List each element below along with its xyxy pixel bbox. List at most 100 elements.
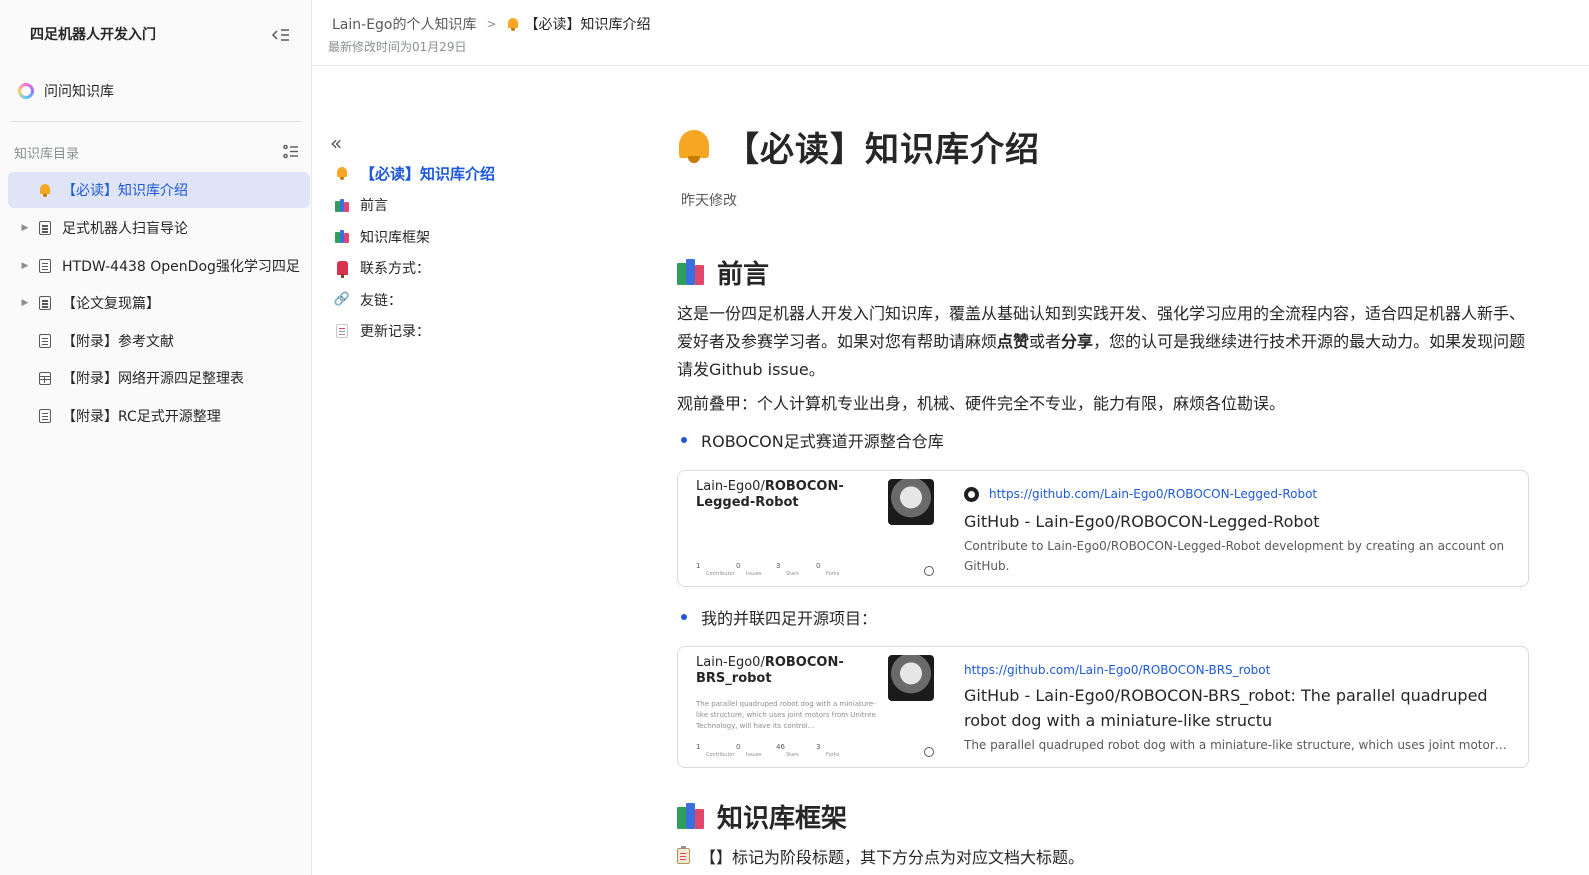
directory-label: 知识库目录 [14,147,80,162]
books-icon [334,230,350,244]
toc-item-label: 【必读】知识库介绍 [360,165,496,184]
preview-repo-title: Lain-Ego0/ROBOCON-BRS_robot [696,655,866,687]
repo-stats: 1 Contributor 0 Issues 46 Stars 3 Forks [696,743,856,759]
framework-note: 【】标记为阶段标题，其下方分点为对应文档大标题。 [677,842,1537,870]
mailbox-icon [334,261,350,279]
document-icon [38,333,52,349]
sidebar-item-label: 【附录】网络开源四足整理表 [62,371,244,388]
toc-item-label: 友链： [360,292,402,309]
card-url-text: https://github.com/Lain-Ego0/ROBOCON-BRS… [964,663,1271,677]
stat-issues: 0 Issues [736,562,776,578]
preview-owner: Lain-Ego0/ [696,655,765,670]
directory-outline-icon[interactable] [282,143,300,161]
card-description: Contribute to Lain-Ego0/ROBOCON-Legged-R… [964,539,1505,573]
sidebar-item-label: 足式机器人扫盲导论 [62,221,188,238]
intro-bold-like: 点赞 [997,332,1030,351]
document-icon [38,408,52,424]
directory-header: 知识库目录 [14,143,300,163]
intro-paragraph[interactable]: 这是一份四足机器人开发入门知识库，覆盖从基础认知到实践开发、强化学习应用的全流程… [677,300,1537,384]
breadcrumb-root-link[interactable]: Lain-Ego的个人知识库 [332,14,477,34]
knowledge-base-title[interactable]: 四足机器人开发入门 [30,24,292,46]
section-heading-preface: 前言 [677,252,1537,292]
bullet-dot [681,614,687,620]
sidebar-item-htdw-4438[interactable]: ▶ HTDW-4438 OpenDog强化学习四足 [8,247,310,285]
sidebar-item-intro[interactable]: 【必读】知识库介绍 [8,172,310,208]
table-icon [38,370,52,386]
stat-contributors: 1 Contributor [696,562,736,578]
disclaimer-paragraph[interactable]: 观前叠甲：个人计算机专业出身，机械、硬件完全不专业，能力有限，麻烦各位勘误。 [677,390,1537,418]
card-description: The parallel quadruped robot dog with a … [964,738,1512,752]
toc-item-changelog[interactable]: 更新记录： [330,316,630,348]
toc-item-label: 联系方式： [360,261,430,278]
stat-forks: 0 Forks [816,562,856,578]
document-meta: 昨天修改 [681,193,737,209]
sidebar-item-rc-open-source[interactable]: 【附录】RC足式开源整理 [8,397,310,435]
preview-owner: Lain-Ego0/ [696,479,765,494]
card-title: GitHub - Lain-Ego0/ROBOCON-BRS_robot: Th… [964,686,1488,730]
stat-value: 46 [776,743,785,751]
document-icon [38,258,52,274]
stat-contributors: 1 Contributor [696,743,736,759]
intro-bold-share: 分享 [1061,332,1094,351]
bullet-text[interactable]: ROBOCON足式赛道开源整合仓库 [701,428,944,452]
sidebar-item-label: 【论文复现篇】 [62,296,160,313]
books-icon [677,259,705,285]
bullet-item: 我的并联四足开源项目： [681,603,1537,631]
collapse-toc-icon[interactable]: « [330,132,630,158]
link-card-robocon-legged[interactable]: Lain-Ego0/ROBOCON-Legged-Robot 1 Contribu… [677,470,1529,587]
bullet-dot [681,437,687,443]
document-body: 【必读】知识库介绍 昨天修改 前言 这是一份四足机器人开发入门知识库，覆盖从基础… [677,120,1537,870]
document-title-text[interactable]: 【必读】知识库介绍 [725,122,1040,171]
stat-label: Contributor [706,752,735,758]
sidebar-item-label: 【附录】RC足式开源整理 [62,408,221,425]
ask-knowledge-base-button[interactable]: 问问知识库 [18,78,114,104]
link-card-robocon-brs[interactable]: Lain-Ego0/ROBOCON-BRS_robot The parallel… [677,646,1529,768]
sidebar-item-paper-reproduction[interactable]: ▶ 【论文复现篇】 [8,285,310,323]
sidebar-item-references[interactable]: 【附录】参考文献 [8,322,310,360]
expand-caret-icon[interactable]: ▶ [20,261,30,271]
section-heading-text: 知识库框架 [717,803,848,834]
document-icon [38,295,52,311]
card-url[interactable]: https://github.com/Lain-Ego0/ROBOCON-BRS… [964,661,1512,679]
section-heading-text: 前言 [717,259,770,290]
collapse-sidebar-icon[interactable] [270,24,292,46]
document-header: Lain-Ego的个人知识库 > 【必读】知识库介绍 最新修改时间为01月29日 [312,0,1589,66]
stat-label: Forks [826,571,840,577]
expand-caret-icon[interactable]: ▶ [20,298,30,308]
preview-repo-title: Lain-Ego0/ROBOCON-Legged-Robot [696,479,866,511]
stat-label: Forks [826,752,840,758]
stat-issues: 0 Issues [736,743,776,759]
toc-item-links[interactable]: 🔗 友链： [330,284,630,316]
card-url[interactable]: https://github.com/Lain-Ego0/ROBOCON-Leg… [964,485,1512,503]
framework-note-text[interactable]: 【】标记为阶段标题，其下方分点为对应文档大标题。 [700,844,1084,868]
toc-item-preface[interactable]: 前言 [330,190,630,222]
last-modified-text: 最新修改时间为01月29日 [328,40,467,54]
toc-item-contact[interactable]: 联系方式： [330,253,630,285]
bell-icon [677,128,711,164]
document-title: 【必读】知识库介绍 [677,120,1537,172]
github-icon [924,747,934,757]
card-preview: Lain-Ego0/ROBOCON-BRS_robot The parallel… [678,647,946,767]
intro-text: 或者 [1029,332,1062,351]
clipboard-icon [677,846,690,864]
breadcrumb-current[interactable]: 【必读】知识库介绍 [507,14,651,34]
breadcrumb-current-label: 【必读】知识库介绍 [524,17,651,33]
ask-knowledge-base-label: 问问知识库 [44,84,114,100]
stat-label: Issues [746,571,762,577]
toc-item-intro[interactable]: 【必读】知识库介绍 [330,158,630,190]
toc-item-framework[interactable]: 知识库框架 [330,221,630,253]
chevron-right-icon: > [486,17,497,31]
breadcrumb: Lain-Ego的个人知识库 > 【必读】知识库介绍 [332,14,651,34]
expand-caret-icon[interactable]: ▶ [20,223,30,233]
stat-value: 1 [696,743,701,751]
stat-value: 1 [696,562,701,570]
github-icon [924,566,934,576]
preview-description: The parallel quadruped robot dog with a … [696,700,876,730]
bullet-text[interactable]: 我的并联四足开源项目： [701,605,877,629]
bullet-item: ROBOCON足式赛道开源整合仓库 [681,426,1537,454]
sidebar-item-open-source-table[interactable]: 【附录】网络开源四足整理表 [8,360,310,398]
table-of-contents: « 【必读】知识库介绍 前言 知识库框架 联系方式： 🔗 友链： 更新记录： [330,132,630,347]
sidebar-item-legged-robot-intro[interactable]: ▶ 足式机器人扫盲导论 [8,210,310,248]
stat-value: 0 [736,743,741,751]
stat-forks: 3 Forks [816,743,856,759]
